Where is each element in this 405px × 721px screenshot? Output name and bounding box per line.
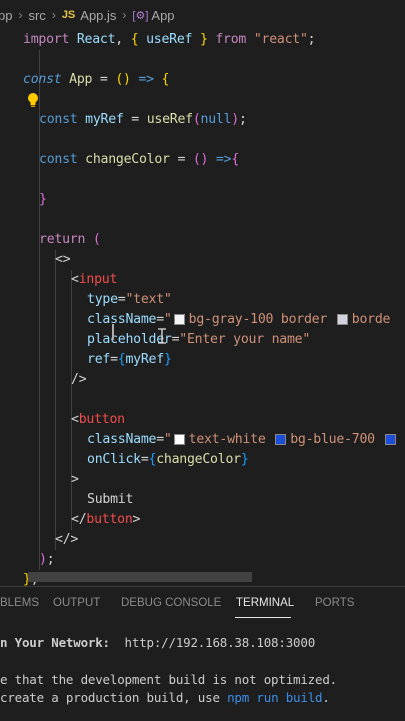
code-line: return (	[39, 232, 101, 247]
code-line: Submit	[87, 492, 134, 507]
code-line: </button>	[71, 512, 141, 527]
horizontal-scrollbar[interactable]	[28, 572, 252, 582]
code-line: <input	[71, 272, 118, 287]
code-line: const App = () => {	[23, 72, 170, 87]
code-editor[interactable]: import React, { useRef } from "react"; c…	[0, 30, 405, 586]
code-line: ref={myRef}	[87, 352, 172, 367]
active-tab-indicator	[235, 617, 291, 618]
breadcrumb-root[interactable]: pp	[0, 8, 12, 23]
component-icon: [⚙]	[132, 9, 149, 22]
indent-guide	[55, 250, 56, 550]
code-line: className=" text-white bg-blue-700	[87, 430, 400, 450]
lightbulb-icon[interactable]	[26, 92, 40, 108]
code-line: }	[39, 192, 47, 207]
terminal-line: n Your Network: http://192.168.38.108:30…	[0, 635, 316, 650]
tab-output[interactable]: OUTPUT	[53, 597, 100, 609]
terminal-line: create a production build, use npm run b…	[0, 690, 330, 705]
terminal-line: e that the development build is not opti…	[0, 672, 337, 687]
code-line: >	[71, 472, 79, 487]
color-swatch[interactable]	[336, 313, 348, 325]
code-line: );	[39, 552, 55, 567]
js-file-icon: JS	[61, 9, 76, 21]
tab-debug-console[interactable]: DEBUG CONSOLE	[121, 597, 221, 609]
color-swatch[interactable]	[275, 433, 287, 445]
chevron-right-icon: ›	[51, 8, 56, 22]
indent-guide	[71, 270, 72, 530]
tab-ports[interactable]: PORTS	[315, 597, 354, 609]
code-line: import React, { useRef } from "react";	[23, 32, 316, 47]
color-swatch[interactable]	[384, 433, 396, 445]
tab-problems[interactable]: BLEMS	[0, 597, 39, 609]
color-swatch[interactable]	[173, 313, 185, 325]
code-line: />	[71, 372, 87, 387]
breadcrumb: pp › src › JS App.js › [⚙] App	[0, 0, 405, 30]
chevron-right-icon: ›	[18, 8, 23, 22]
code-line: className=" bg-gray-100 border borde	[87, 312, 391, 327]
chevron-right-icon: ›	[122, 8, 127, 22]
panel-tabs: BLEMS OUTPUT DEBUG CONSOLE TERMINAL PORT…	[0, 587, 405, 621]
code-line: <button	[71, 412, 125, 427]
color-swatch[interactable]	[173, 433, 185, 445]
code-line: const changeColor = () =>{	[39, 152, 240, 167]
code-line: type="text"	[87, 292, 172, 307]
code-line: </>	[55, 532, 79, 547]
bottom-panel: BLEMS OUTPUT DEBUG CONSOLE TERMINAL PORT…	[0, 586, 405, 721]
breadcrumb-folder[interactable]: src	[28, 8, 45, 23]
code-line: onClick={changeColor}	[87, 452, 249, 467]
mouse-cursor-icon	[158, 328, 166, 344]
text-cursor	[112, 324, 114, 340]
code-line: <>	[55, 252, 71, 267]
code-line: placeholder="Enter your name"	[87, 332, 311, 347]
breadcrumb-file[interactable]: App.js	[80, 8, 116, 23]
breadcrumb-symbol[interactable]: App	[151, 8, 174, 23]
code-line: const myRef = useRef(null);	[39, 112, 247, 127]
tab-terminal[interactable]: TERMINAL	[236, 597, 294, 609]
